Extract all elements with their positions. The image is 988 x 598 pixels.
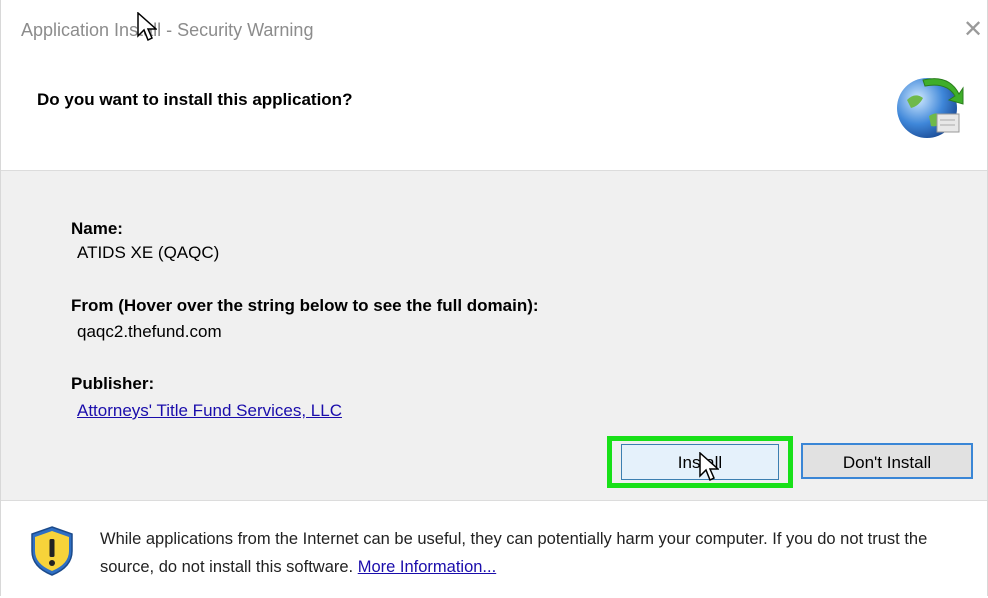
name-label: Name: bbox=[71, 219, 123, 238]
warning-shield-icon bbox=[31, 526, 73, 576]
warning-text: While applications from the Internet can… bbox=[100, 530, 928, 576]
close-icon[interactable]: ✕ bbox=[961, 18, 985, 42]
globe-install-icon bbox=[897, 78, 964, 138]
details-panel: Name: ATIDS XE (QAQC) From (Hover over t… bbox=[1, 170, 987, 501]
security-warning-dialog: Application Install - Security Warning ✕… bbox=[0, 0, 988, 597]
publisher-link[interactable]: Attorneys' Title Fund Services, LLC bbox=[77, 401, 342, 421]
install-question: Do you want to install this application? bbox=[37, 90, 353, 109]
publisher-label: Publisher: bbox=[71, 374, 155, 393]
from-value[interactable]: qaqc2.thefund.com bbox=[77, 322, 222, 342]
warning-footer: While applications from the Internet can… bbox=[1, 500, 987, 597]
header-panel: Do you want to install this application? bbox=[1, 60, 987, 170]
mouse-cursor-icon bbox=[699, 452, 719, 482]
more-information-link[interactable]: More Information... bbox=[358, 558, 496, 576]
from-label: From (Hover over the string below to see… bbox=[71, 296, 539, 315]
warning-text-block: While applications from the Internet can… bbox=[100, 525, 960, 581]
window-title: Application Install - Security Warning bbox=[21, 20, 314, 40]
mouse-cursor-icon bbox=[137, 12, 157, 42]
name-value: ATIDS XE (QAQC) bbox=[77, 243, 220, 262]
dont-install-button[interactable]: Don't Install bbox=[801, 443, 973, 479]
